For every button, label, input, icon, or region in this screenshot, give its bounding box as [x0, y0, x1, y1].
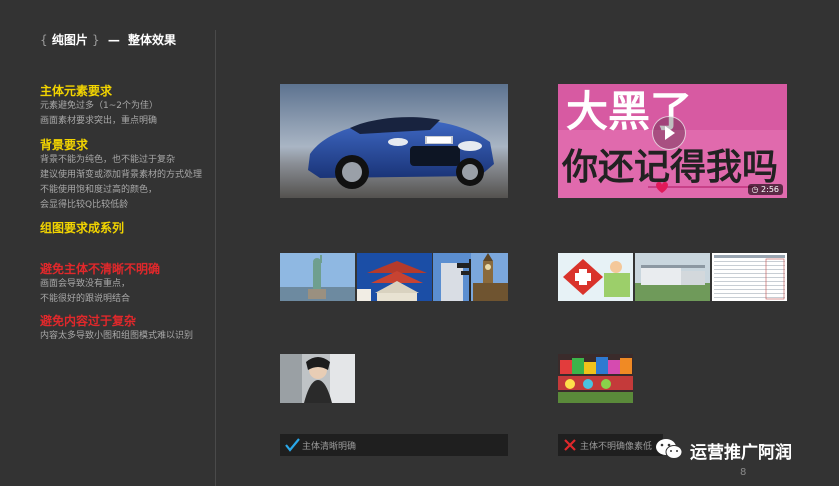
- desc-line: 不能很好的跟说明结合: [40, 294, 131, 304]
- vertical-divider: [215, 30, 216, 486]
- desc-line: 不能使用饱和度过高的颜色，: [40, 185, 158, 195]
- desc-line: 元素避免过多（1~2个为佳）: [40, 101, 158, 111]
- colorful-cluttered-image: [558, 354, 633, 403]
- car-image: [280, 84, 508, 198]
- good-example-label: 主体清晰明确: [302, 442, 357, 452]
- building-rendering-image: [635, 253, 710, 301]
- clock-icon: ◷: [751, 185, 762, 194]
- video-duration: ◷ 2:56: [747, 184, 783, 195]
- good-example-bar: 主体清晰明确: [280, 434, 508, 456]
- video-thumbnail[interactable]: 大黑了 你还记得我吗 ◷ 2:56: [558, 84, 787, 198]
- header-category: 纯图片: [51, 33, 88, 47]
- pagoda-image: [357, 253, 432, 301]
- brace-open: {: [40, 33, 48, 47]
- header-title: 整体效果: [128, 33, 177, 47]
- page-number: 8: [740, 467, 747, 478]
- heading-avoid-unclear-subject: 避免主体不清晰不明确: [40, 262, 161, 276]
- spreadsheet-image: [712, 253, 787, 301]
- heading-background-requirements: 背景要求: [40, 138, 89, 152]
- heading-subject-requirements: 主体元素要求: [40, 84, 113, 98]
- wechat-icon: [656, 439, 683, 459]
- brace-close: }: [92, 33, 100, 47]
- page-header: { 纯图片 } — 整体效果: [40, 31, 176, 48]
- heading-avoid-complex-content: 避免内容过于复杂: [40, 314, 137, 328]
- duration-text: 2:56: [761, 185, 779, 194]
- check-icon: [285, 438, 300, 452]
- play-icon[interactable]: [652, 116, 686, 150]
- bad-example-bar: 主体不明确像素低: [558, 434, 663, 456]
- cross-icon: [564, 439, 576, 451]
- desc-line: 画面素材要求突出，重点明确: [40, 116, 158, 126]
- watermark-text: 运营推广阿润: [690, 443, 792, 463]
- hospital-cartoon-image: [558, 253, 633, 301]
- desc-line: 内容太多导致小图和组图模式难以识别: [40, 331, 194, 341]
- desc-line: 背景不能为纯色，也不能过于复杂: [40, 155, 176, 165]
- header-dash: —: [107, 33, 120, 47]
- desc-line: 会显得比较Q比较低龄: [40, 200, 129, 210]
- desc-line: 画面会导致没有重点，: [40, 279, 131, 289]
- bad-example-label: 主体不明确像素低: [580, 442, 653, 452]
- portrait-photo-image: [280, 354, 355, 403]
- statue-of-liberty-image: [280, 253, 355, 301]
- heading-group-series: 组图要求成系列: [40, 221, 125, 235]
- desc-line: 建议使用渐变或添加背景素材的方式处理: [40, 170, 203, 180]
